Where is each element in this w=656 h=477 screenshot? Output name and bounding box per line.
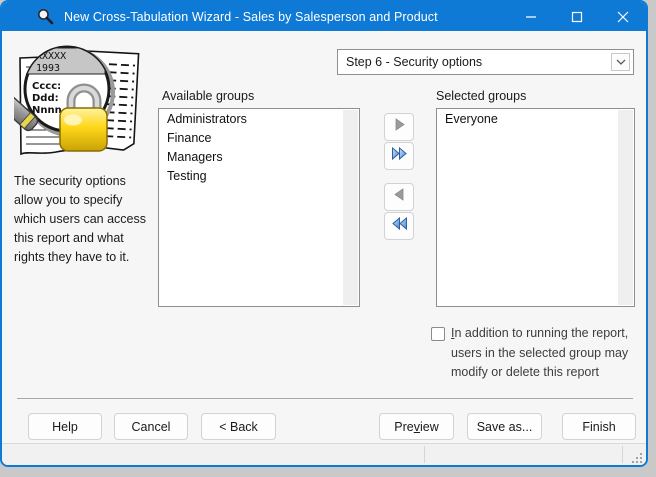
selected-groups-scrollbar[interactable] — [618, 110, 633, 305]
move-all-right-button[interactable] — [384, 142, 414, 170]
status-bar-divider — [622, 446, 623, 463]
modify-rights-checkbox-label[interactable]: In addition to running the report, users… — [451, 324, 643, 383]
report-security-graphic: XXXXX 1993 Cccc: Ddd: Nnnn — [2, 42, 144, 167]
chevron-down-icon[interactable] — [611, 53, 630, 71]
step-description: The security options allow you to specif… — [14, 174, 147, 264]
save-as-button[interactable]: Save as... — [467, 413, 542, 440]
maximize-icon[interactable] — [554, 2, 600, 31]
preview-button[interactable]: Preview — [379, 413, 454, 440]
wizard-dialog-window: New Cross-Tabulation Wizard - Sales by S… — [0, 0, 648, 467]
minimize-icon[interactable] — [508, 2, 554, 31]
step-selector-dropdown[interactable]: Step 6 - Security options — [337, 49, 634, 75]
list-item[interactable]: Managers — [159, 148, 343, 167]
close-icon[interactable] — [600, 2, 646, 31]
list-item[interactable]: Finance — [159, 129, 343, 148]
selected-groups-label: Selected groups — [436, 89, 527, 103]
svg-text:Cccc:: Cccc: — [32, 81, 61, 92]
finish-button[interactable]: Finish — [562, 413, 636, 440]
available-groups-label: Available groups — [162, 89, 255, 103]
selected-groups-listbox[interactable]: Everyone — [436, 108, 635, 307]
status-bar-divider — [424, 446, 425, 463]
svg-text:Ddd:: Ddd: — [32, 93, 59, 104]
dialog-content: Step 6 - Security options XXXXX 1993 Ccc… — [2, 31, 646, 465]
modify-rights-checkbox[interactable] — [431, 327, 445, 341]
arrow-left-icon — [392, 187, 407, 207]
window-title: New Cross-Tabulation Wizard - Sales by S… — [64, 9, 438, 24]
resize-grip-icon[interactable] — [632, 451, 643, 463]
help-button[interactable]: Help — [28, 413, 102, 440]
move-all-left-button[interactable] — [384, 212, 414, 240]
status-bar — [2, 443, 646, 465]
svg-text:XXXXX: XXXXX — [36, 51, 66, 62]
titlebar[interactable]: New Cross-Tabulation Wizard - Sales by S… — [2, 2, 646, 31]
list-item[interactable]: Everyone — [437, 110, 618, 129]
back-button[interactable]: < Back — [201, 413, 276, 440]
double-arrow-right-icon — [391, 146, 408, 166]
move-left-button[interactable] — [384, 183, 414, 211]
arrow-right-icon — [392, 117, 407, 137]
available-groups-listbox[interactable]: Administrators Finance Managers Testing — [158, 108, 360, 307]
list-item[interactable]: Testing — [159, 167, 343, 186]
svg-text:1993: 1993 — [36, 63, 60, 74]
footer-separator — [17, 398, 633, 399]
svg-text:Nnnn: Nnnn — [32, 105, 62, 116]
magnifier-icon — [36, 8, 54, 26]
list-item[interactable]: Administrators — [159, 110, 343, 129]
move-right-button[interactable] — [384, 113, 414, 141]
double-arrow-left-icon — [391, 216, 408, 236]
cancel-button[interactable]: Cancel — [114, 413, 188, 440]
step-selector-value: Step 6 - Security options — [346, 55, 483, 69]
available-groups-scrollbar[interactable] — [343, 110, 358, 305]
